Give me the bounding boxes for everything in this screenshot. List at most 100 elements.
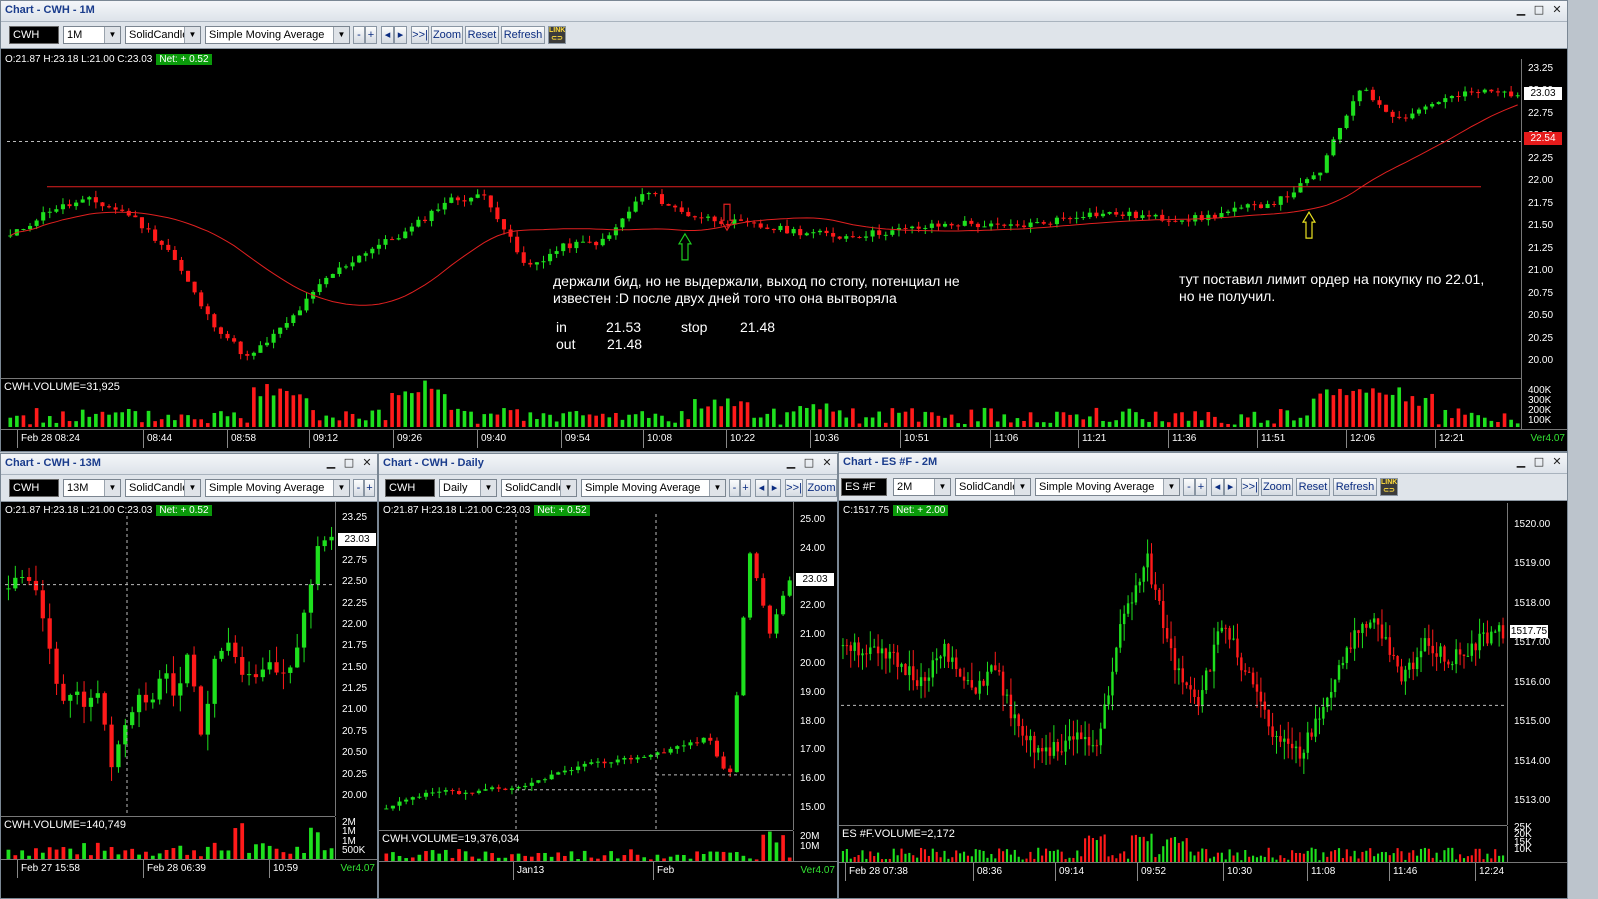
candle-body	[951, 657, 954, 662]
interval-select[interactable]: 2M ▼	[893, 478, 951, 496]
style-select[interactable]: SolidCandle ▼	[125, 479, 201, 497]
candle-body	[1376, 618, 1380, 625]
candle-body	[721, 756, 726, 769]
candle-body	[1048, 223, 1053, 225]
maximize-icon[interactable]: □	[801, 456, 817, 471]
zoom-out-button[interactable]: -	[353, 479, 364, 497]
zoom-in-button[interactable]: +	[365, 26, 377, 44]
stop-value: 21.48	[740, 319, 776, 335]
interval-select[interactable]: Daily ▼	[439, 479, 497, 497]
zoom-in-button[interactable]: +	[364, 479, 375, 497]
zoom-button[interactable]: Zoom	[806, 479, 837, 497]
candle-body	[569, 770, 574, 772]
candle-body	[752, 222, 757, 224]
chart-13m-price-plot[interactable]	[5, 516, 335, 816]
scroll-end-button[interactable]: >>|	[1241, 478, 1259, 496]
scroll-right-button[interactable]: ▸	[1224, 478, 1237, 496]
main-chart-titlebar[interactable]: Chart - CWH - 1M ▁ □ ✕	[1, 1, 1567, 22]
chart-daily-titlebar[interactable]: Chart - CWH - Daily ▁ □ ✕	[379, 454, 837, 475]
interval-select[interactable]: 13M ▼	[63, 479, 121, 497]
candle-body	[804, 233, 809, 236]
time-tick-label: 10:59	[273, 863, 299, 874]
zoom-button[interactable]: Zoom	[1261, 478, 1293, 496]
volume-bar	[232, 412, 236, 427]
volume-bar	[721, 851, 726, 861]
scroll-right-button[interactable]: ▸	[768, 479, 781, 497]
symbol-input[interactable]: CWH	[385, 479, 435, 497]
candle-body	[587, 241, 592, 243]
minimize-icon[interactable]: ▁	[1513, 455, 1529, 470]
minimize-icon[interactable]: ▁	[783, 456, 799, 471]
maximize-icon[interactable]: □	[1531, 455, 1547, 470]
scroll-left-button[interactable]: ◂	[1211, 478, 1224, 496]
candle-body	[1494, 631, 1497, 633]
volume-bar	[1087, 835, 1091, 862]
volume-bar	[370, 410, 375, 427]
symbol-input[interactable]: CWH	[9, 26, 59, 44]
volume-bar	[798, 406, 803, 427]
price-tick-label: 15.00	[800, 802, 826, 813]
chart-es-price-plot[interactable]	[841, 519, 1505, 825]
candle-body	[482, 194, 487, 196]
candle-body	[877, 230, 882, 235]
close-icon[interactable]: ✕	[1549, 3, 1565, 18]
candle-body	[74, 202, 79, 207]
scroll-right-button[interactable]: ▸	[394, 26, 407, 44]
scroll-end-button[interactable]: >>|	[411, 26, 429, 44]
symbol-input[interactable]: CWH	[9, 479, 59, 497]
scroll-left-button[interactable]: ◂	[381, 26, 394, 44]
refresh-button[interactable]: Refresh	[501, 26, 545, 44]
study-select[interactable]: Simple Moving Average ▼	[205, 26, 350, 44]
scroll-end-button[interactable]: >>|	[785, 479, 803, 497]
minimize-icon[interactable]: ▁	[1513, 3, 1529, 18]
maximize-icon[interactable]: □	[341, 456, 357, 471]
zoom-in-button[interactable]: +	[1195, 478, 1207, 496]
candle-body	[41, 212, 46, 221]
volume-bar	[107, 414, 111, 427]
candle-body	[1074, 217, 1079, 219]
candle-body	[982, 226, 987, 228]
study-select[interactable]: Simple Moving Average ▼	[1035, 478, 1180, 496]
style-select[interactable]: SolidCandle ▼	[955, 478, 1031, 496]
zoom-button[interactable]: Zoom	[431, 26, 463, 44]
candle-body	[1318, 718, 1321, 720]
zoom-out-button[interactable]: -	[729, 479, 740, 497]
zoom-out-button[interactable]: -	[1183, 478, 1195, 496]
link-icon[interactable]: LINK ⊂⊃	[1380, 478, 1398, 496]
zoom-out-button[interactable]: -	[353, 26, 365, 44]
interval-select[interactable]: 1M ▼	[63, 26, 121, 44]
candle-body	[1232, 638, 1235, 640]
reset-button[interactable]: Reset	[1296, 478, 1330, 496]
reset-button[interactable]: Reset	[465, 26, 499, 44]
link-icon[interactable]: LINK ⊂⊃	[548, 26, 566, 44]
scroll-left-button[interactable]: ◂	[755, 479, 768, 497]
style-select[interactable]: SolidCandle ▼	[501, 479, 577, 497]
zoom-in-button[interactable]: +	[740, 479, 751, 497]
candle-body	[1189, 685, 1192, 690]
candle-body	[324, 277, 329, 285]
volume-bar	[219, 850, 224, 859]
volume-bar	[1417, 405, 1421, 427]
style-select[interactable]: SolidCandle ▼	[125, 26, 201, 44]
minimize-icon[interactable]: ▁	[323, 456, 339, 471]
maximize-icon[interactable]: □	[1531, 3, 1547, 18]
chevron-down-icon: ▼	[184, 27, 200, 43]
volume-bar	[535, 419, 539, 427]
volume-bar	[153, 421, 157, 427]
chart-daily-price-plot[interactable]	[383, 514, 793, 830]
candle-body	[607, 235, 612, 239]
close-icon[interactable]: ✕	[359, 456, 375, 471]
study-select[interactable]: Simple Moving Average ▼	[581, 479, 726, 497]
volume-bar	[1353, 850, 1356, 862]
symbol-input[interactable]: ES #F	[841, 478, 887, 496]
candle-body	[1404, 669, 1407, 682]
chart-13m-titlebar[interactable]: Chart - CWH - 13M ▁ □ ✕	[1, 454, 377, 475]
close-icon[interactable]: ✕	[819, 456, 835, 471]
volume-bar	[322, 850, 327, 859]
refresh-button[interactable]: Refresh	[1333, 478, 1377, 496]
candle-body	[1054, 217, 1059, 225]
close-icon[interactable]: ✕	[1549, 455, 1565, 470]
volume-bar	[1169, 837, 1173, 862]
chart-es-titlebar[interactable]: Chart - ES #F - 2M ▁ □ ✕	[839, 453, 1567, 474]
study-select[interactable]: Simple Moving Average ▼	[205, 479, 350, 497]
